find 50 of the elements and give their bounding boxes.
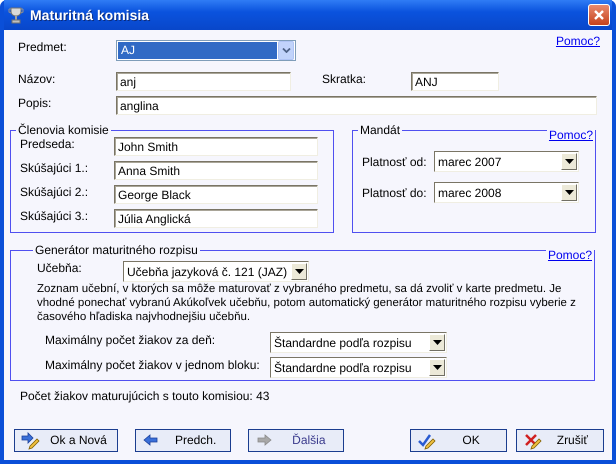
button[interactable]: Zrušiť: [516, 429, 604, 452]
help-link[interactable]: Pomoc?: [546, 248, 594, 263]
window-title: Maturitná komisia: [30, 6, 150, 24]
chevron-down-icon: [282, 48, 290, 52]
status-text: Počet žiakov maturujúcich s touto komisiou: 43: [20, 389, 270, 404]
field-label: Maximálny počet žiakov v jednom bloku:: [45, 357, 261, 373]
field-label: Popis:: [18, 96, 52, 110]
field-label: Skúšajúci 1.:: [20, 161, 90, 176]
text-field[interactable]: anglina: [116, 96, 597, 115]
triangle-down-icon: [432, 340, 442, 346]
button[interactable]: Ok a Nová: [14, 429, 118, 452]
button[interactable]: OK: [410, 429, 507, 452]
field-label: Názov:: [18, 72, 56, 86]
text-field[interactable]: anj: [116, 72, 291, 91]
trophy-icon: [8, 6, 24, 24]
field-label: Predmet:: [18, 39, 68, 54]
field-label: Platnosť do:: [362, 186, 428, 200]
help-link[interactable]: Pomoc?: [546, 128, 595, 143]
triangle-down-icon: [564, 190, 574, 196]
text-field[interactable]: Anna Smith: [114, 161, 318, 180]
text-field[interactable]: ANJ: [411, 72, 499, 91]
field-label: Skúšajúci 3.:: [20, 209, 90, 224]
triangle-down-icon: [294, 269, 304, 274]
field-label: Skratka:: [322, 72, 368, 86]
cross-pencil-icon: [522, 431, 542, 450]
close-button[interactable]: [588, 4, 610, 26]
field-label: Maximálny počet žiakov za deň:: [45, 332, 216, 348]
dropdown[interactable]: marec 2008: [434, 182, 579, 204]
help-link[interactable]: Pomoc?: [556, 34, 600, 48]
text-field[interactable]: John Smith: [114, 137, 318, 156]
field-label: Skúšajúci 2.:: [20, 185, 90, 200]
triangle-down-icon: [432, 365, 442, 370]
dropdown[interactable]: Štandardne podľa rozpisu: [270, 332, 447, 354]
field-label: Predseda:: [20, 137, 76, 152]
field-label: Platnosť od:: [362, 154, 428, 170]
group-title: Mandát: [359, 123, 402, 138]
triangle-down-icon: [564, 159, 574, 164]
dropdown[interactable]: Učebňa jazyková č. 121 (JAZ): [123, 261, 309, 282]
text-field[interactable]: Júlia Anglická: [114, 209, 318, 228]
dropdown[interactable]: marec 2007: [434, 151, 579, 172]
dropdown[interactable]: AJ: [116, 40, 296, 60]
group-title: Generátor maturitného rozpisu: [34, 243, 199, 258]
field-label: Učebňa:: [37, 261, 83, 276]
button[interactable]: Predch.: [135, 429, 232, 452]
group-title: Členovia komisie: [17, 123, 110, 138]
help-paragraph: Zoznam učební, v ktorých sa môže maturovať z vybraného predmetu, sa dá zvoliť v karte predmetu. Je vhodné ponechať vybranú Akúkoľvek učebňu, potom automatický generátor maturitného rozpisu vyberie z časového hľadiska najvhodnejšiu učebňu.: [37, 282, 577, 324]
close-icon: [593, 9, 605, 21]
text-field[interactable]: George Black: [114, 185, 318, 204]
dropdown[interactable]: Štandardne podľa rozpisu: [270, 357, 447, 378]
arrow-pencil-icon: [21, 431, 40, 450]
